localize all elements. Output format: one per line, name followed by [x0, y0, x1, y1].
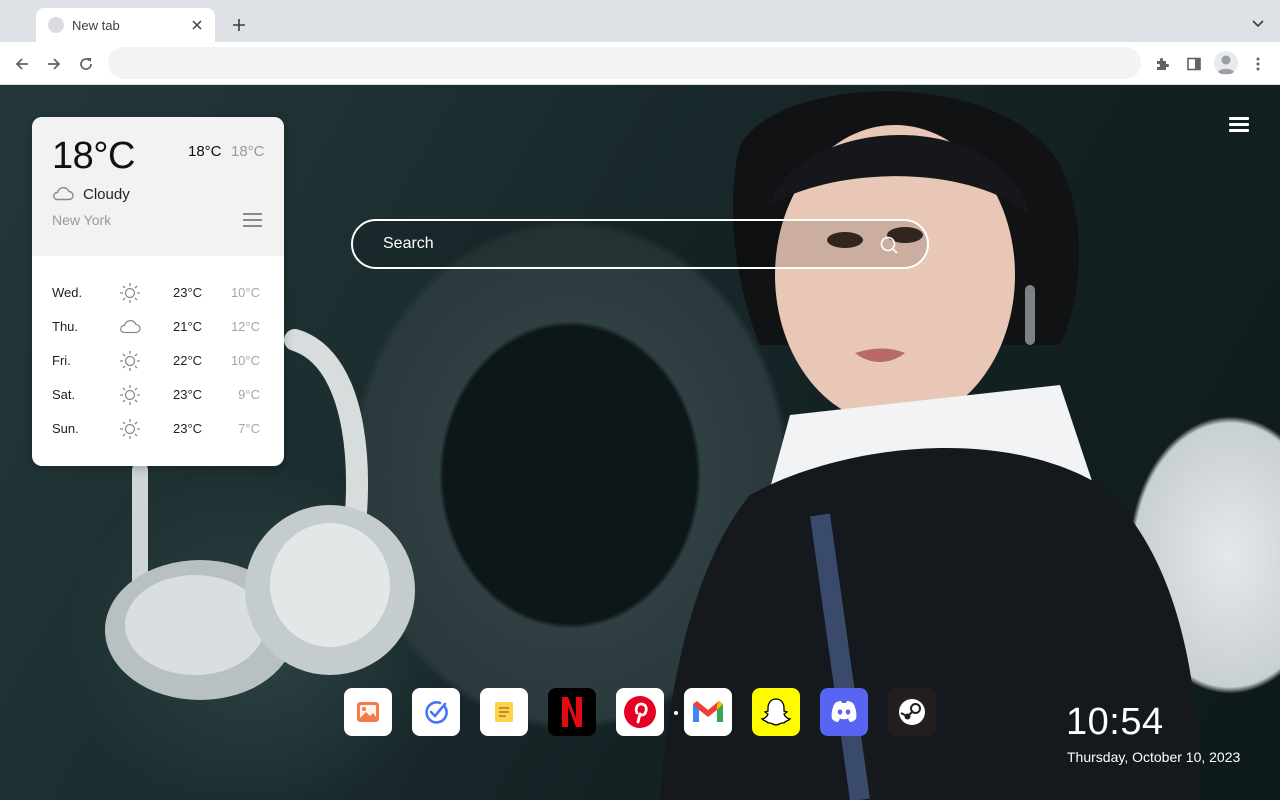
- forecast-day: Thu.: [52, 319, 79, 334]
- clock-time: 10:54: [1066, 701, 1164, 743]
- back-button[interactable]: [10, 52, 34, 76]
- check-icon: [425, 701, 448, 724]
- gmail-icon: [693, 701, 723, 722]
- snapchat-icon: [760, 698, 792, 726]
- profile-avatar[interactable]: [1214, 51, 1238, 75]
- forecast-high: 23°C: [173, 421, 203, 436]
- forecast-row: Sun. 23°C 7°C: [32, 413, 284, 447]
- extensions-button[interactable]: [1150, 52, 1174, 76]
- today-low: 18°C: [231, 143, 265, 160]
- arrow-left-icon: [15, 58, 28, 70]
- forecast-day: Fri.: [52, 353, 71, 368]
- more-vert-icon: [1256, 57, 1260, 71]
- forecast-row: Fri. 22°C 10°C: [32, 345, 284, 379]
- chevron-down-icon: [1252, 20, 1264, 28]
- search-placeholder: Search: [383, 235, 434, 252]
- clock-date: Thursday, October 10, 2023: [1067, 749, 1241, 765]
- tab-new-tab[interactable]: New tab: [36, 8, 215, 42]
- forecast-day: Sat.: [52, 387, 76, 402]
- new-tab-page: 18°C 18°C 18°C Cloudy New York Wed. 23°C…: [0, 85, 1280, 800]
- app-snapchat[interactable]: [752, 688, 800, 736]
- forecast-low: 12°C: [230, 319, 260, 334]
- forecast-row: Sat. 23°C 9°C: [32, 379, 284, 413]
- forward-button[interactable]: [42, 52, 66, 76]
- dock-separator: [674, 711, 678, 715]
- app-gallery[interactable]: [344, 688, 392, 736]
- puzzle-icon: [1157, 58, 1169, 70]
- sun-icon: [120, 283, 140, 303]
- app-pinterest[interactable]: [616, 688, 664, 736]
- side-panel-icon: [1187, 57, 1201, 71]
- reload-icon: [80, 58, 92, 70]
- weather-condition: Cloudy: [83, 186, 130, 203]
- arrow-right-icon: [48, 58, 61, 70]
- notes-icon: [495, 702, 513, 722]
- forecast-day: Wed.: [52, 285, 83, 300]
- forecast-row: Wed. 23°C 10°C: [32, 277, 284, 311]
- app-notes[interactable]: [480, 688, 528, 736]
- sun-icon: [120, 385, 140, 405]
- forecast-high: 21°C: [173, 319, 203, 334]
- forecast-low: 7°C: [238, 421, 260, 436]
- tab-close-button[interactable]: [189, 17, 205, 33]
- reload-button[interactable]: [74, 52, 98, 76]
- close-icon: [192, 20, 202, 30]
- browser-menu-button[interactable]: [1246, 52, 1270, 76]
- cloud-icon: [53, 186, 74, 201]
- search-icon[interactable]: [879, 235, 899, 255]
- app-netflix[interactable]: [548, 688, 596, 736]
- forecast-low: 9°C: [238, 387, 260, 402]
- page-menu-button[interactable]: [1229, 117, 1249, 133]
- weather-forecast: Wed. 23°C 10°C Thu. 21°C 12°C Fri. 22°C …: [32, 277, 284, 447]
- forecast-high: 23°C: [173, 387, 203, 402]
- forecast-low: 10°C: [230, 353, 260, 368]
- address-bar[interactable]: [108, 47, 1141, 79]
- person-icon: [1217, 55, 1235, 74]
- gallery-icon: [357, 702, 379, 722]
- tab-search-button[interactable]: [1248, 14, 1268, 34]
- forecast-day: Sun.: [52, 421, 79, 436]
- weather-current: 18°C 18°C 18°C Cloudy New York: [32, 117, 284, 256]
- current-temperature: 18°C: [52, 135, 135, 177]
- netflix-icon: [562, 697, 582, 727]
- sun-icon: [120, 351, 140, 371]
- discord-icon: [831, 701, 857, 722]
- app-discord[interactable]: [820, 688, 868, 736]
- today-high: 18°C: [188, 143, 222, 160]
- plus-icon: [233, 19, 245, 31]
- forecast-low: 10°C: [230, 285, 260, 300]
- cloud-icon: [120, 320, 141, 334]
- pinterest-icon: [624, 696, 656, 728]
- tab-strip: New tab: [0, 0, 1280, 42]
- search-input[interactable]: Search: [351, 219, 929, 269]
- weather-menu-button[interactable]: [243, 213, 262, 229]
- tab-title: New tab: [72, 17, 120, 33]
- app-dock: [344, 688, 944, 736]
- weather-widget: 18°C 18°C 18°C Cloudy New York Wed. 23°C…: [32, 117, 284, 466]
- side-panel-button[interactable]: [1182, 52, 1206, 76]
- app-gmail[interactable]: [684, 688, 732, 736]
- browser-toolbar: [0, 42, 1280, 85]
- new-tab-button[interactable]: [228, 14, 250, 36]
- steam-icon: [899, 699, 925, 725]
- tab-favicon-icon: [48, 17, 64, 33]
- forecast-high: 22°C: [173, 353, 203, 368]
- forecast-high: 23°C: [173, 285, 203, 300]
- sun-icon: [120, 419, 140, 439]
- weather-city: New York: [52, 212, 112, 228]
- app-steam[interactable]: [888, 688, 936, 736]
- app-tasks[interactable]: [412, 688, 460, 736]
- forecast-row: Thu. 21°C 12°C: [32, 311, 284, 345]
